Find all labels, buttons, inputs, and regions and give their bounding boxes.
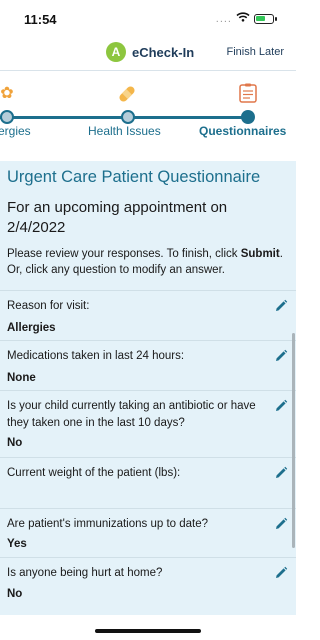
- answer-text: Allergies: [7, 322, 56, 334]
- instructions-text-start: Please review your responses. To finish,…: [7, 248, 241, 260]
- qa-item-antibiotic[interactable]: Is your child currently taking an antibi…: [0, 390, 296, 457]
- app-title: eCheck-In: [132, 45, 195, 60]
- edit-pencil-icon[interactable]: [274, 466, 288, 480]
- edit-pencil-icon[interactable]: [274, 517, 288, 531]
- allergy-icon: ✿: [0, 85, 14, 102]
- status-icons: ....: [215, 12, 277, 25]
- step-label-allergies[interactable]: ergies: [0, 124, 31, 138]
- battery-icon: [254, 13, 277, 24]
- edit-pencil-icon[interactable]: [274, 566, 288, 580]
- question-text: Are patient's immunizations up to date?: [7, 518, 209, 530]
- qa-item-immunizations[interactable]: Are patient's immunizations up to date? …: [0, 508, 296, 557]
- page-title: Urgent Care Patient Questionnaire: [7, 168, 261, 186]
- answer-text: No: [7, 437, 23, 449]
- edit-pencil-icon[interactable]: [274, 399, 288, 413]
- logo-badge: A: [106, 42, 126, 62]
- step-label-questionnaires[interactable]: Questionnaires: [199, 124, 286, 138]
- question-text: Is anyone being hurt at home?: [7, 567, 163, 579]
- bandage-icon: [116, 83, 138, 105]
- instructions-submit-word: Submit: [240, 248, 280, 260]
- question-text: Is your child currently taking an antibi…: [7, 400, 256, 429]
- answer-text: Yes: [7, 538, 27, 550]
- app-header: A eCheck-In Finish Later: [0, 36, 296, 70]
- step-dot-allergies[interactable]: [0, 110, 14, 124]
- status-bar: 11:54 ....: [0, 0, 296, 36]
- qa-item-medications[interactable]: Medications taken in last 24 hours: None: [0, 340, 296, 390]
- scrollbar[interactable]: [292, 333, 295, 548]
- signal-icon: ....: [215, 12, 232, 25]
- edit-pencil-icon[interactable]: [274, 299, 288, 313]
- answer-text: No: [7, 588, 23, 600]
- step-label-health-issues[interactable]: Health Issues: [88, 124, 161, 138]
- clipboard-icon: [237, 83, 259, 105]
- appointment-info: For an upcoming appointment on 2/4/2022: [7, 199, 228, 236]
- questionnaire-review: Urgent Care Patient Questionnaire For an…: [0, 161, 296, 615]
- qa-item-weight[interactable]: Current weight of the patient (lbs):: [0, 457, 296, 508]
- question-text: Reason for visit:: [7, 300, 90, 312]
- qa-item-reason[interactable]: Reason for visit: Allergies: [0, 290, 296, 340]
- step-dot-questionnaires[interactable]: [241, 110, 255, 124]
- answer-text: None: [7, 372, 36, 384]
- question-text: Medications taken in last 24 hours:: [7, 350, 185, 362]
- home-indicator[interactable]: [95, 629, 201, 633]
- bottom-safe-area: [0, 615, 296, 640]
- step-dot-health-issues[interactable]: [121, 110, 135, 124]
- qa-item-hurt-at-home[interactable]: Is anyone being hurt at home? No: [0, 557, 296, 615]
- status-time: 11:54: [24, 12, 57, 27]
- wifi-icon: [236, 12, 250, 25]
- question-text: Current weight of the patient (lbs):: [7, 467, 181, 479]
- edit-pencil-icon[interactable]: [274, 349, 288, 363]
- instructions: Please review your responses. To finish,…: [7, 246, 293, 278]
- progress-stepper: ✿ ergies Health Issues Questionnaires: [0, 71, 296, 161]
- finish-later-button[interactable]: Finish Later: [227, 46, 284, 58]
